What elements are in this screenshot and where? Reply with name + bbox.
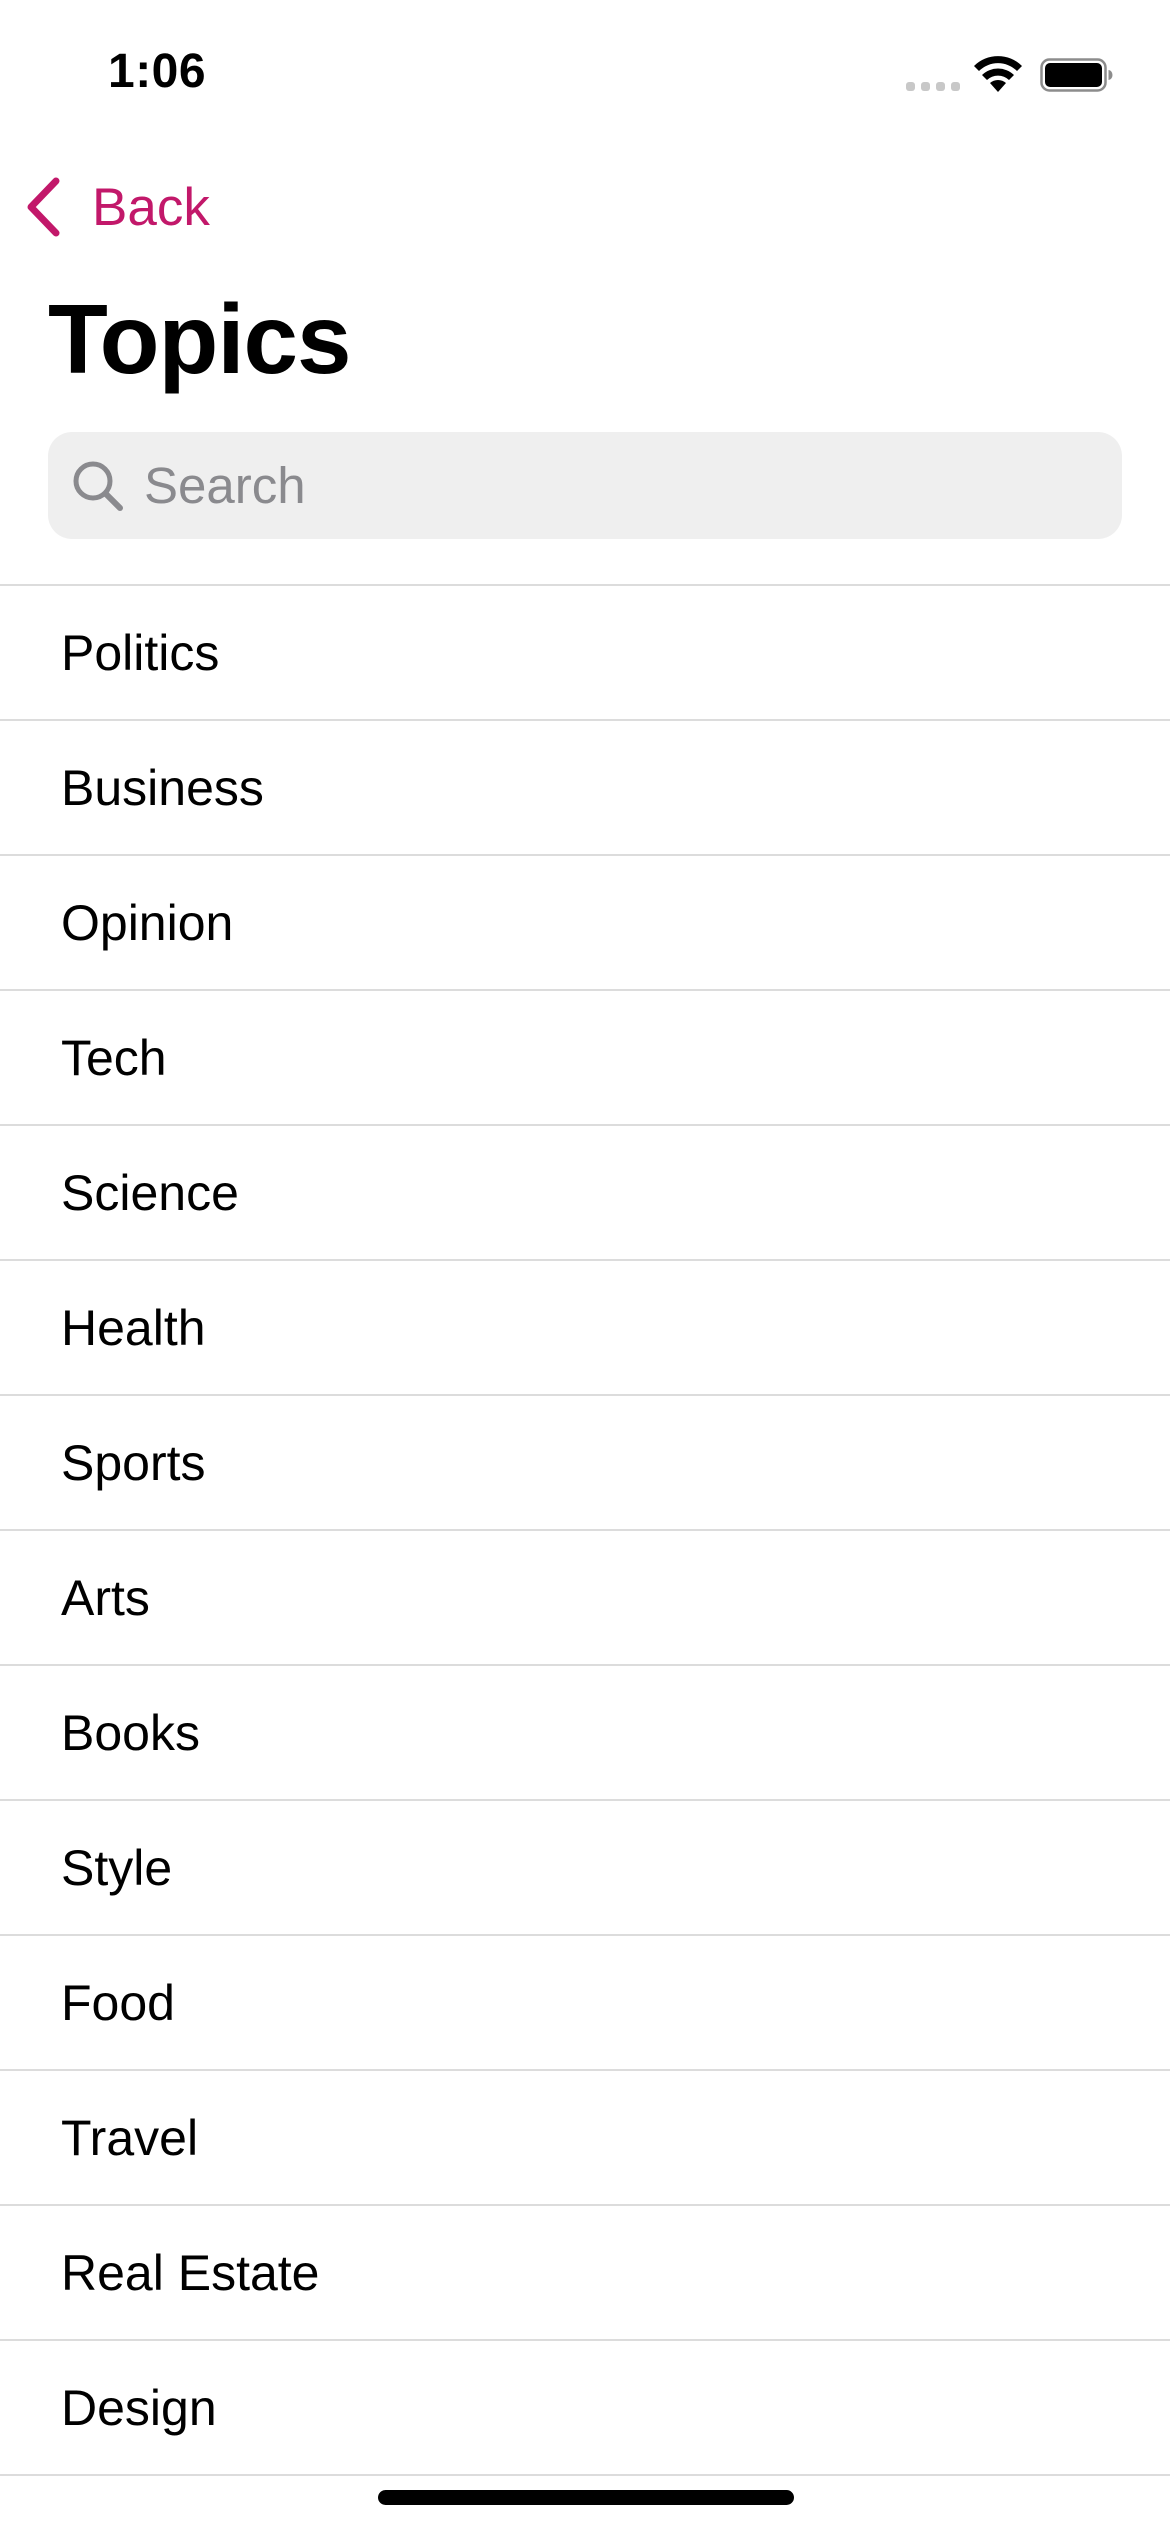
list-item-books[interactable]: Books	[0, 1666, 1170, 1801]
list-item-science[interactable]: Science	[0, 1126, 1170, 1261]
list-item-business[interactable]: Business	[0, 721, 1170, 856]
status-bar: 1:06	[0, 0, 1170, 140]
list-item-travel[interactable]: Travel	[0, 2071, 1170, 2206]
page-title: Topics	[48, 284, 352, 394]
battery-icon	[1040, 58, 1113, 92]
search-icon	[73, 461, 123, 511]
list-item-tech[interactable]: Tech	[0, 991, 1170, 1126]
search-field[interactable]: Search	[48, 432, 1122, 539]
list-item-real-estate[interactable]: Real Estate	[0, 2206, 1170, 2341]
wifi-icon	[974, 56, 1022, 92]
status-time: 1:06	[108, 45, 207, 98]
list-item-food[interactable]: Food	[0, 1936, 1170, 2071]
list-item-politics[interactable]: Politics	[0, 586, 1170, 721]
list-item-design[interactable]: Design	[0, 2341, 1170, 2476]
list-item-arts[interactable]: Arts	[0, 1531, 1170, 1666]
list-item-health[interactable]: Health	[0, 1261, 1170, 1396]
topics-list: Politics Business Opinion Tech Science H…	[0, 584, 1170, 2476]
list-item-opinion[interactable]: Opinion	[0, 856, 1170, 991]
search-placeholder: Search	[144, 457, 306, 514]
cellular-signal-icon	[906, 82, 960, 91]
list-item-sports[interactable]: Sports	[0, 1396, 1170, 1531]
back-button[interactable]: Back	[22, 172, 210, 242]
list-item-style[interactable]: Style	[0, 1801, 1170, 1936]
home-indicator[interactable]	[378, 2490, 794, 2505]
back-button-label: Back	[92, 177, 210, 237]
chevron-left-icon	[27, 177, 60, 237]
